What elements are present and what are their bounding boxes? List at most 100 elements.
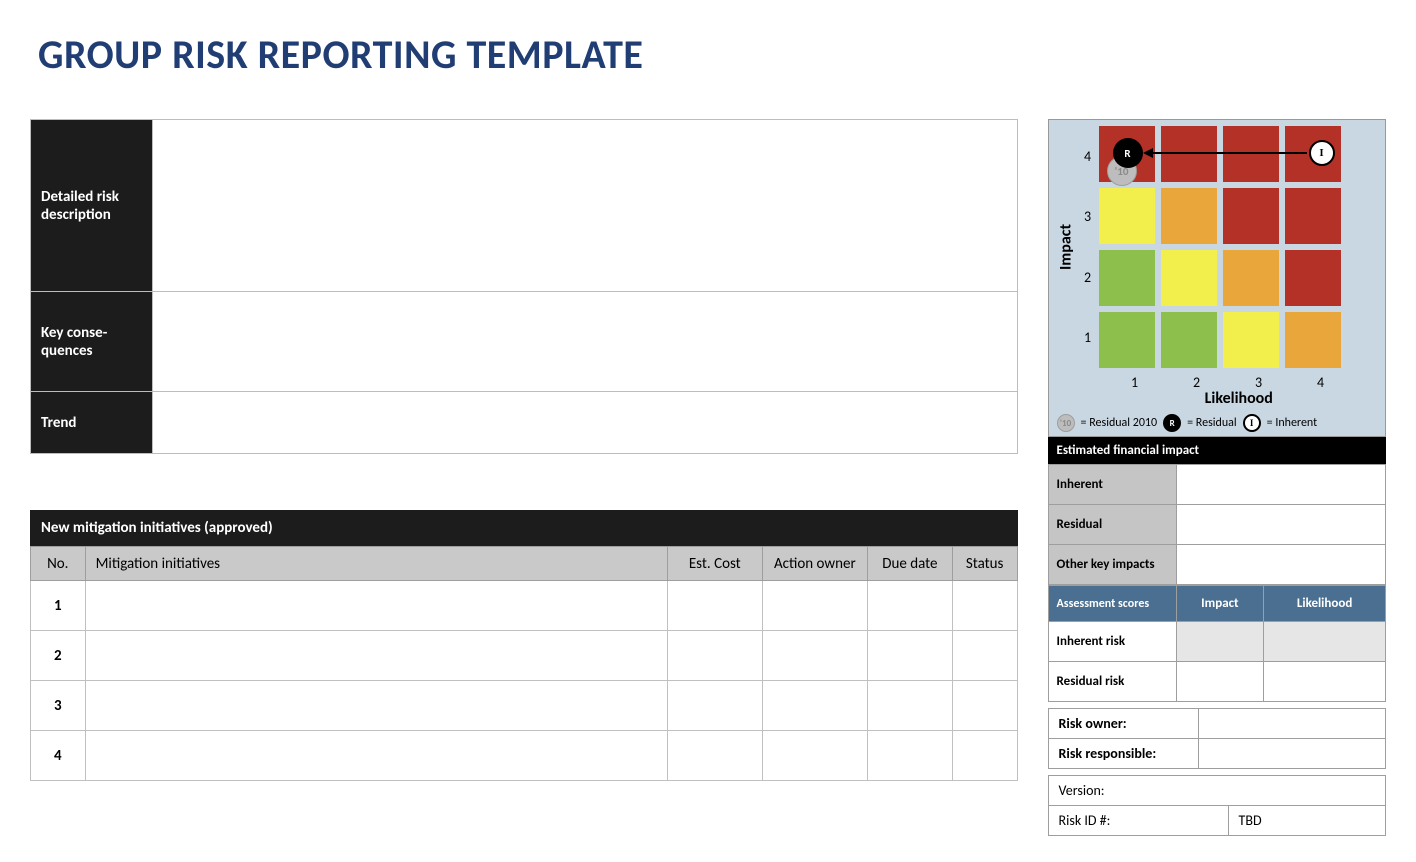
cell-cost[interactable] xyxy=(667,681,762,731)
cell-no: 4 xyxy=(31,731,86,781)
legend-dot-inherent-icon: I xyxy=(1243,414,1261,432)
risk-id-value[interactable]: TBD xyxy=(1228,806,1385,836)
matrix-cell xyxy=(1161,126,1217,182)
risk-id-label: Risk ID #: xyxy=(1048,806,1228,836)
scores-header-label: Assessment scores xyxy=(1048,586,1176,622)
score-likelihood[interactable] xyxy=(1264,662,1386,702)
risk-responsible-label: Risk responsible: xyxy=(1048,739,1198,769)
matrix-cell xyxy=(1223,250,1279,306)
owner-table: Risk owner: Risk responsible: xyxy=(1048,708,1386,769)
cell-cost[interactable] xyxy=(667,731,762,781)
legend-text: = Residual 2010 xyxy=(1081,416,1158,430)
value-key-consequences[interactable] xyxy=(153,292,1018,392)
version-row[interactable]: Version: xyxy=(1048,776,1385,806)
matrix-cell xyxy=(1223,126,1279,182)
legend-text: = Inherent xyxy=(1267,416,1318,430)
row-detailed-description: Detailed risk description xyxy=(31,120,1018,292)
cell-status[interactable] xyxy=(952,631,1017,681)
cell-status[interactable] xyxy=(952,731,1017,781)
cell-owner[interactable] xyxy=(762,681,867,731)
cell-init[interactable] xyxy=(85,631,667,681)
fin-label: Residual xyxy=(1048,505,1176,545)
marker-residual: R xyxy=(1113,138,1143,168)
legend-text: = Residual xyxy=(1187,416,1237,430)
cell-init[interactable] xyxy=(85,581,667,631)
row-key-consequences: Key conse- quences xyxy=(31,292,1018,392)
mitigation-block: New mitigation initiatives (approved) No… xyxy=(30,510,1018,781)
matrix-cell xyxy=(1223,188,1279,244)
value-detailed-description[interactable] xyxy=(153,120,1018,292)
cell-cost[interactable] xyxy=(667,581,762,631)
table-row: 1 xyxy=(31,581,1018,631)
risk-owner-value[interactable] xyxy=(1198,709,1385,739)
fin-label: Other key impacts xyxy=(1048,545,1176,585)
cell-status[interactable] xyxy=(952,581,1017,631)
col-status: Status xyxy=(952,547,1017,581)
matrix-cell xyxy=(1285,250,1341,306)
table-row: 3 xyxy=(31,681,1018,731)
fin-row-inherent: Inherent xyxy=(1048,465,1385,505)
cell-owner[interactable] xyxy=(762,631,867,681)
y-tick: 4 xyxy=(1077,148,1099,165)
x-axis-label: Likelihood xyxy=(1099,389,1379,408)
matrix-legend: '10 = Residual 2010 R = Residual I = Inh… xyxy=(1055,414,1379,432)
scores-col-likelihood: Likelihood xyxy=(1264,586,1386,622)
fin-value[interactable] xyxy=(1176,545,1385,585)
arrow-head-icon xyxy=(1143,148,1153,158)
fin-row-residual: Residual xyxy=(1048,505,1385,545)
arrow-line xyxy=(1149,152,1307,154)
y-axis-ticks: 4 3 2 1 xyxy=(1077,126,1099,368)
col-init: Mitigation initiatives xyxy=(85,547,667,581)
matrix-cell xyxy=(1161,188,1217,244)
y-tick: 3 xyxy=(1077,208,1099,225)
risk-responsible-value[interactable] xyxy=(1198,739,1385,769)
matrix-cell xyxy=(1285,312,1341,368)
marker-inherent: I xyxy=(1309,140,1335,166)
label-detailed-description: Detailed risk description xyxy=(31,120,153,292)
cell-init[interactable] xyxy=(85,681,667,731)
legend-dot-residual-2010-icon: '10 xyxy=(1057,414,1075,432)
matrix-cell xyxy=(1099,250,1155,306)
score-impact[interactable] xyxy=(1176,662,1264,702)
financial-impact-header: Estimated financial impact xyxy=(1048,437,1386,464)
fin-value[interactable] xyxy=(1176,465,1385,505)
label-trend: Trend xyxy=(31,392,153,454)
cell-cost[interactable] xyxy=(667,631,762,681)
mitigation-table: No. Mitigation initiatives Est. Cost Act… xyxy=(30,546,1018,781)
cell-init[interactable] xyxy=(85,731,667,781)
cell-due[interactable] xyxy=(867,731,952,781)
legend-dot-residual-icon: R xyxy=(1163,414,1181,432)
risk-description-table: Detailed risk description Key conse- que… xyxy=(30,119,1018,454)
score-likelihood[interactable] xyxy=(1264,622,1386,662)
score-label: Inherent risk xyxy=(1048,622,1176,662)
x-tick: 4 xyxy=(1293,374,1349,391)
cell-status[interactable] xyxy=(952,681,1017,731)
matrix-cell xyxy=(1223,312,1279,368)
score-row-inherent: Inherent risk xyxy=(1048,622,1385,662)
col-no: No. xyxy=(31,547,86,581)
table-row: 2 xyxy=(31,631,1018,681)
left-column: Detailed risk description Key conse- que… xyxy=(30,119,1018,781)
fin-row-other: Other key impacts xyxy=(1048,545,1385,585)
fin-value[interactable] xyxy=(1176,505,1385,545)
version-label: Version: xyxy=(1059,782,1105,799)
y-axis-label: Impact xyxy=(1055,126,1077,368)
cell-no: 1 xyxy=(31,581,86,631)
cell-owner[interactable] xyxy=(762,581,867,631)
col-owner: Action owner xyxy=(762,547,867,581)
cell-owner[interactable] xyxy=(762,731,867,781)
matrix-cell xyxy=(1099,188,1155,244)
cell-due[interactable] xyxy=(867,681,952,731)
value-trend[interactable] xyxy=(153,392,1018,454)
score-label: Residual risk xyxy=(1048,662,1176,702)
x-tick: 1 xyxy=(1107,374,1163,391)
cell-due[interactable] xyxy=(867,631,952,681)
score-impact[interactable] xyxy=(1176,622,1264,662)
matrix-cell xyxy=(1161,250,1217,306)
cell-due[interactable] xyxy=(867,581,952,631)
cell-no: 3 xyxy=(31,681,86,731)
col-due: Due date xyxy=(867,547,952,581)
cell-no: 2 xyxy=(31,631,86,681)
scores-col-impact: Impact xyxy=(1176,586,1264,622)
row-trend: Trend xyxy=(31,392,1018,454)
